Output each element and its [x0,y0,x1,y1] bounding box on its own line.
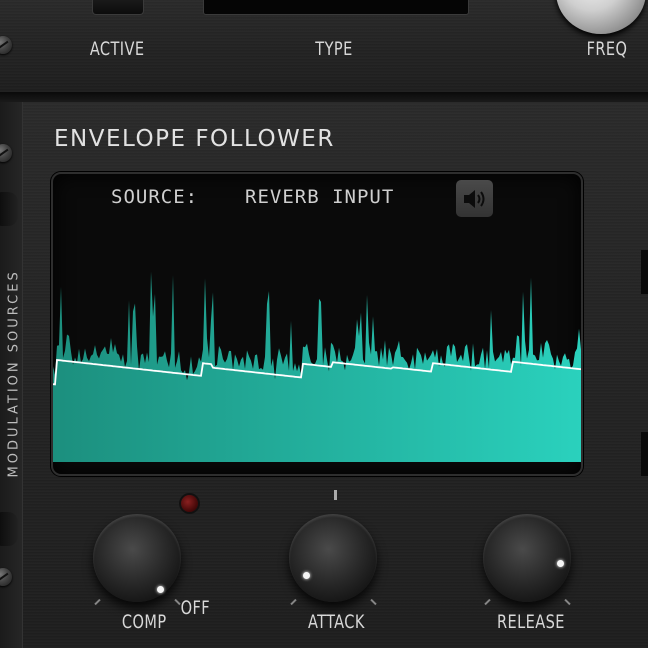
waveform-area [53,271,581,462]
type-label: TYPE [315,38,353,60]
tick-mark [94,598,101,606]
tick-mark [484,598,491,606]
envelope-display: SOURCE: REVERB INPUT [51,172,583,476]
freq-label: FREQ [586,38,628,60]
panel-edge-tab [641,432,648,476]
attack-label: ATTACK [308,611,365,633]
tick-mark [290,598,297,606]
source-label: SOURCE: [111,186,199,208]
release-knob[interactable] [479,510,575,606]
knob-indicator [157,586,164,593]
section-title: ENVELOPE FOLLOWER [54,126,335,152]
panel-divider [0,92,648,102]
source-value[interactable]: REVERB INPUT [245,186,394,208]
top-panel: ACTIVE TYPE FREQ [0,0,648,94]
speaker-icon [463,189,484,208]
comp-off-label: OFF [180,597,211,619]
comp-knob[interactable] [89,510,185,606]
tick-mark [370,598,377,606]
attack-knob[interactable] [285,510,381,606]
screw-icon [0,36,12,54]
waveform-graph [53,271,581,462]
comp-label: COMP [121,611,167,633]
modulation-sources-label: MODULATION SOURCES [6,269,22,478]
attack-knob-group [278,505,388,615]
type-display[interactable] [203,0,469,15]
knob-indicator [303,572,310,579]
comp-knob-group [82,505,192,615]
jack-icon[interactable] [0,192,18,226]
release-knob-group [472,505,582,615]
screw-icon [0,568,12,586]
knob-indicator [557,560,564,567]
active-label: ACTIVE [89,38,145,60]
screw-icon [0,144,12,162]
attack-center-tick [334,490,337,500]
panel-edge-tab [641,250,648,294]
speaker-button[interactable] [456,180,493,217]
tick-mark [564,598,571,606]
active-button[interactable] [92,0,144,15]
jack-icon[interactable] [0,512,18,546]
release-label: RELEASE [496,611,565,633]
freq-knob[interactable] [556,0,646,34]
